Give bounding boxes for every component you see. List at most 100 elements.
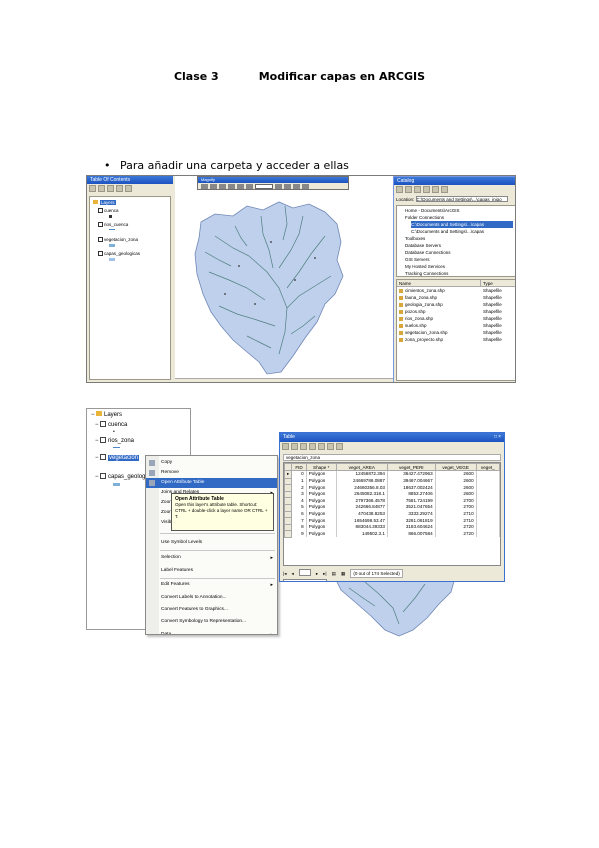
column-header[interactable]: veget_PERI [386,463,436,471]
layer-checkbox-checked-icon[interactable] [100,454,106,460]
catalog-file-item[interactable]: fauna_zona.shp Shapefile [397,294,515,301]
show-selected-records-icon[interactable]: ▦ [341,569,345,578]
table-row[interactable]: 9 Polygon 149502.3.1 866.007584 2720 [284,530,500,538]
row-selector[interactable] [284,484,293,492]
layer-checkbox[interactable] [98,222,103,227]
close-icon[interactable]: × [498,434,502,440]
table-row[interactable]: 5 Polygon 242666.84877 3521.047654 2700 [284,503,500,512]
zoom-to-selected-icon[interactable] [327,443,334,450]
table-row[interactable]: 1 Polygon 24669786.0887 39467.004667 2600 [284,477,500,486]
column-header[interactable]: veget_ [475,463,500,471]
context-menu-item[interactable]: Copy [146,458,277,468]
row-selector[interactable] [284,477,293,486]
table-row[interactable]: 7 Polygon 1654698.53.47 3261.061819 2710 [284,517,500,525]
layer-checkbox[interactable] [98,251,103,256]
table-row[interactable]: 6 Polygon 470438.8253 3333.29274 2710 [284,510,500,519]
record-number-input[interactable] [298,569,311,576]
toc-layer-3[interactable]: capas_geologicas [90,250,170,258]
toc2-layer-1[interactable]: − rios_zona [95,437,134,444]
context-menu-item[interactable]: Data ▸ [146,630,277,634]
table-row[interactable]: 8 Polygon 883044.39333 3183.604624 2720 [284,523,500,532]
catalog-location-input[interactable]: C:\Documents and Settings\...\capas_inig… [415,196,508,202]
layers-group-2[interactable]: − Layers [91,411,122,418]
catalog-tree-item[interactable]: Toolboxes [399,235,513,242]
next-record-icon[interactable]: ▸ [316,569,318,578]
connect-folder-icon[interactable] [414,186,421,193]
row-selector[interactable] [284,530,293,538]
row-selector[interactable]: ▸ [284,470,293,479]
catalog-file-item[interactable]: zona_proyecto.shp Shapefile [397,336,515,343]
context-menu-item[interactable]: Use Symbol Levels [146,538,277,548]
context-menu-item[interactable]: Label Features [146,566,277,576]
list-by-drawing-order-icon[interactable] [89,185,96,192]
catalog-file-item[interactable]: cimientos_zona.shp Shapefile [397,287,515,294]
column-header[interactable]: veget_VEGE [434,463,477,471]
context-menu-item[interactable]: Open Attribute Table [146,478,277,488]
last-record-icon[interactable]: ▸| [323,569,327,578]
catalog-tree-item[interactable]: Database Connections [399,249,513,256]
catalog-tree-item[interactable]: GIS Servers [399,256,513,263]
map-view[interactable]: Magnify [175,176,393,382]
table-row[interactable]: 2 Polygon 24660356.8.03 18637.002424 2600 [284,484,500,492]
options-icon[interactable] [441,186,448,193]
column-header[interactable]: Shape * [305,463,337,471]
toc-layer-2[interactable]: vegetacion_zona [90,236,170,244]
row-selector[interactable] [284,517,293,525]
toggle-contents-icon[interactable] [432,186,439,193]
catalog-tree-item[interactable]: Home - Documents\ArcGIS [399,207,513,214]
table-row[interactable]: 3 Polygon 2645082.318.1 8853.27406 2600 [284,490,500,499]
catalog-file-item[interactable]: rios_zona.shp Shapefile [397,315,515,322]
layer-checkbox-checked-icon[interactable] [100,473,106,479]
clear-selection-icon[interactable] [318,443,325,450]
catalog-tree-item[interactable]: My Hosted Services [399,263,513,270]
toc2-layer-2[interactable]: − vegetacion [95,454,140,461]
row-selector[interactable] [284,497,293,505]
context-menu-item[interactable]: Convert Features to Graphics... [146,605,277,615]
context-menu-item[interactable]: Remove [146,468,277,478]
layer-checkbox[interactable] [98,208,103,213]
catalog-file-item[interactable]: vegetacion_zona.shp Shapefile [397,329,515,336]
context-menu-item[interactable]: Convert Labels to Annotation... [146,593,277,603]
row-selector[interactable] [284,523,293,532]
table-row[interactable]: ▸ 0 Polygon 12456872.394 36427.472963 2600 [284,470,500,479]
table-row[interactable]: 4 Polygon 2797366.4578 7581.724199 2700 [284,497,500,505]
first-record-icon[interactable]: |◂ [283,569,287,578]
layer-checkbox-checked-icon[interactable] [100,437,106,443]
catalog-tree-item[interactable]: Tracking Connections [399,270,513,276]
previous-record-icon[interactable]: ◂ [292,569,294,578]
switch-selection-icon[interactable] [309,443,316,450]
list-by-source-icon[interactable] [98,185,105,192]
context-menu-item[interactable]: Selection ▸ [146,553,277,563]
toc2-layer-0[interactable]: − cuenca [95,421,127,428]
catalog-tree-item[interactable]: Database Servers [399,242,513,249]
catalog-file-item[interactable]: pozos.shp Shapefile [397,308,515,315]
options-icon[interactable] [125,185,132,192]
toc-layer-0[interactable]: cuenca [90,207,170,215]
table-tab[interactable]: vegetacion_zona [283,579,327,581]
row-selector[interactable] [284,503,293,512]
column-header[interactable]: FID [291,463,307,471]
catalog-tree-item[interactable]: C:\Documents and Settings\...\capas [399,228,513,235]
catalog-file-item[interactable]: geologia_zona.shp Shapefile [397,301,515,308]
row-selector[interactable] [284,510,293,519]
layers-group[interactable]: Layers [90,199,170,207]
catalog-file-item[interactable]: suelos.shp Shapefile [397,322,515,329]
row-selector[interactable] [284,490,293,499]
show-all-records-icon[interactable]: ▤ [332,569,336,578]
list-by-visibility-icon[interactable] [107,185,114,192]
delete-selected-icon[interactable] [336,443,343,450]
related-tables-icon[interactable] [291,443,298,450]
layer-checkbox[interactable] [98,237,103,242]
layer-checkbox-checked-icon[interactable] [100,421,106,427]
toc-layer-1[interactable]: rios_cuenca [90,221,170,229]
catalog-tree-item-selected[interactable]: C:\Documents and Settings\...\capas [411,221,513,228]
context-menu-item[interactable]: Edit Features ▸ [146,580,277,590]
back-icon[interactable] [396,186,403,193]
home-icon[interactable] [423,186,430,193]
up-one-level-icon[interactable] [405,186,412,193]
table-options-icon[interactable] [282,443,289,450]
list-by-selection-icon[interactable] [116,185,123,192]
context-menu-item[interactable]: Convert Symbology to Representation... [146,617,277,627]
select-by-attributes-icon[interactable] [300,443,307,450]
catalog-tree-item[interactable]: Folder Connections [399,214,513,221]
